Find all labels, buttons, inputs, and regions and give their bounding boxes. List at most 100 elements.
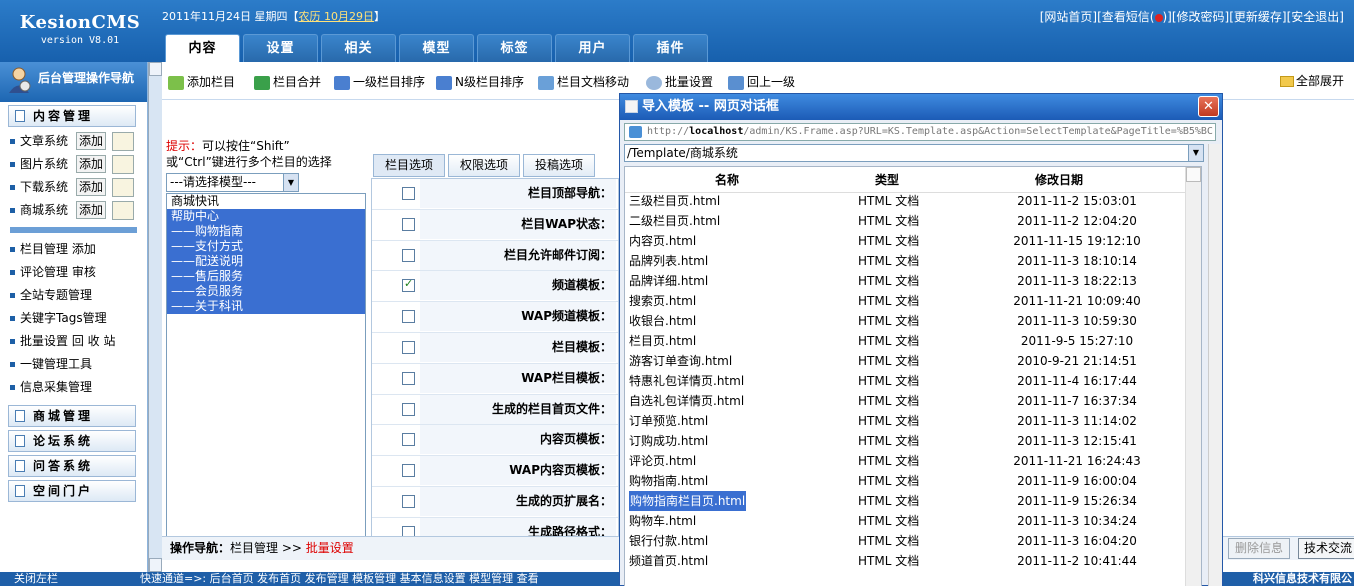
tab-content[interactable]: 内容 <box>165 34 240 62</box>
table-row[interactable]: 栏目页.html HTML 文档 2011-9-5 15:27:10 <box>625 331 1186 351</box>
table-row[interactable]: 特惠礼包详情页.html HTML 文档 2011-11-4 16:17:44 <box>625 371 1186 391</box>
group-shop-manage[interactable]: 商城管理 <box>8 405 136 427</box>
site-home-link[interactable]: [网站首页] <box>1040 10 1097 24</box>
sort-nlevel-button[interactable]: N级栏目排序 <box>436 73 524 91</box>
tags-manage-link[interactable]: 关键字Tags管理 <box>20 311 107 325</box>
column-date[interactable]: 修改日期 <box>1035 167 1083 193</box>
tab-users[interactable]: 用户 <box>555 34 630 62</box>
update-cache-link[interactable]: [更新缓存] <box>1229 10 1286 24</box>
comment-manage-link[interactable]: 评论管理 审核 <box>20 265 96 279</box>
left-nav-scrollbar[interactable] <box>148 62 162 572</box>
download-system-link[interactable]: 下载系统 <box>20 180 68 194</box>
article-system-link[interactable]: 文章系统 <box>20 134 68 148</box>
list-item[interactable]: 帮助中心 <box>167 209 365 224</box>
group-forum-system[interactable]: 论坛系统 <box>8 430 136 452</box>
table-row[interactable]: 三级栏目页.html HTML 文档 2011-11-2 15:03:01 <box>625 191 1186 211</box>
tab-category-options[interactable]: 栏目选项 <box>373 154 446 177</box>
close-left-panel-link[interactable]: 关闭左栏 <box>14 572 58 586</box>
add-article-button[interactable]: 添加 <box>76 132 107 150</box>
sort-level1-button[interactable]: 一级栏目排序 <box>334 73 425 91</box>
table-row[interactable]: 收银台.html HTML 文档 2011-11-3 10:59:30 <box>625 311 1186 331</box>
table-row[interactable]: 品牌详细.html HTML 文档 2011-11-3 18:22:13 <box>625 271 1186 291</box>
tech-exchange-button[interactable]: 技术交流 <box>1298 538 1354 559</box>
list-item[interactable]: ——支付方式 <box>167 239 365 254</box>
list-item[interactable]: ——会员服务 <box>167 284 365 299</box>
category-listbox[interactable]: 商城快讯 帮助中心 ——购物指南 ——支付方式 ——配送说明 ——售后服务 ——… <box>166 193 366 543</box>
change-password-link[interactable]: [修改密码] <box>1172 10 1229 24</box>
tab-submission-options[interactable]: 投稿选项 <box>523 154 596 177</box>
scroll-up-icon[interactable] <box>1186 167 1201 182</box>
table-row[interactable]: 购物指南栏目页.html HTML 文档 2011-11-9 15:26:34 <box>625 491 1186 511</box>
row-checkbox[interactable] <box>402 340 415 354</box>
tab-settings[interactable]: 设置 <box>243 34 318 62</box>
pencil-icon[interactable] <box>112 132 134 151</box>
tab-plugins[interactable]: 插件 <box>633 34 708 62</box>
row-checkbox[interactable] <box>402 187 415 200</box>
row-checkbox[interactable] <box>402 433 415 447</box>
list-item[interactable]: 商城快讯 <box>167 194 365 209</box>
dialog-title-bar[interactable]: 导入模板 -- 网页对话框 ✕ <box>620 94 1222 120</box>
row-checkbox[interactable] <box>402 217 415 231</box>
image-system-link[interactable]: 图片系统 <box>20 157 68 171</box>
template-path-select[interactable]: /Template/商城系统 ▼ <box>624 144 1204 162</box>
one-click-tools-link[interactable]: 一键管理工具 <box>20 357 92 371</box>
dialog-scrollbar[interactable] <box>1208 144 1222 586</box>
table-row[interactable]: 订购成功.html HTML 文档 2011-11-3 12:15:41 <box>625 431 1186 451</box>
pencil-icon[interactable] <box>112 178 134 197</box>
batch-settings-link[interactable]: 批量设置 回 收 站 <box>20 334 115 348</box>
batch-settings-button[interactable]: 批量设置 <box>646 73 713 91</box>
tab-labels[interactable]: 标签 <box>477 34 552 62</box>
row-checkbox[interactable] <box>402 248 415 262</box>
shop-system-link[interactable]: 商城系统 <box>20 203 68 217</box>
row-checkbox[interactable] <box>402 310 415 324</box>
group-content-manage[interactable]: 内容管理 <box>8 105 136 127</box>
move-documents-button[interactable]: 栏目文档移动 <box>538 73 629 91</box>
category-manage-link[interactable]: 栏目管理 添加 <box>20 242 96 256</box>
add-download-button[interactable]: 添加 <box>76 178 107 196</box>
close-icon[interactable]: ✕ <box>1198 96 1219 117</box>
view-sms-link[interactable]: [查看短信()] <box>1097 10 1172 24</box>
model-select[interactable]: ---请选择模型--- ▼ <box>166 173 299 192</box>
pencil-icon[interactable] <box>112 155 134 174</box>
group-qa-system[interactable]: 问答系统 <box>8 455 136 477</box>
table-row[interactable]: 订单预览.html HTML 文档 2011-11-3 11:14:02 <box>625 411 1186 431</box>
delete-info-button[interactable]: 删除信息 <box>1228 538 1290 559</box>
table-row[interactable]: 银行付款.html HTML 文档 2011-11-3 16:04:20 <box>625 531 1186 551</box>
list-item[interactable]: ——配送说明 <box>167 254 365 269</box>
file-list-scrollbar[interactable] <box>1185 167 1201 586</box>
tab-permission-options[interactable]: 权限选项 <box>448 154 521 177</box>
expand-all-button[interactable]: 全部展开 <box>1279 72 1344 89</box>
scroll-down-icon[interactable] <box>149 558 162 572</box>
add-category-button[interactable]: 添加栏目 <box>168 73 235 91</box>
row-checkbox[interactable] <box>402 402 415 416</box>
row-checkbox[interactable] <box>402 464 415 478</box>
list-item[interactable]: ——售后服务 <box>167 269 365 284</box>
quick-links[interactable]: 快速通道=>: 后台首页 发布首页 发布管理 模板管理 基本信息设置 模型管理 … <box>140 572 539 586</box>
table-row[interactable]: 购物车.html HTML 文档 2011-11-3 10:34:24 <box>625 511 1186 531</box>
add-image-button[interactable]: 添加 <box>76 155 107 173</box>
tab-related[interactable]: 相关 <box>321 34 396 62</box>
tab-model[interactable]: 模型 <box>399 34 474 62</box>
add-shop-button[interactable]: 添加 <box>76 201 107 219</box>
column-type[interactable]: 类型 <box>875 167 899 193</box>
row-checkbox[interactable] <box>402 371 415 385</box>
column-name[interactable]: 名称 <box>715 167 739 193</box>
go-up-button[interactable]: 回上一级 <box>728 73 795 91</box>
logout-link[interactable]: [安全退出] <box>1287 10 1344 24</box>
table-row[interactable]: 二级栏目页.html HTML 文档 2011-11-2 12:04:20 <box>625 211 1186 231</box>
scroll-up-icon[interactable] <box>149 62 162 76</box>
table-row[interactable]: 游客订单查询.html HTML 文档 2010-9-21 21:14:51 <box>625 351 1186 371</box>
table-row[interactable]: 内容页.html HTML 文档 2011-11-15 19:12:10 <box>625 231 1186 251</box>
pencil-icon[interactable] <box>112 201 134 220</box>
list-item[interactable]: ——关于科讯 <box>167 299 365 314</box>
row-checkbox[interactable] <box>402 277 415 293</box>
table-row[interactable]: 评论页.html HTML 文档 2011-11-21 16:24:43 <box>625 451 1186 471</box>
group-space-portal[interactable]: 空间门户 <box>8 480 136 502</box>
table-row[interactable]: 品牌列表.html HTML 文档 2011-11-3 18:10:14 <box>625 251 1186 271</box>
collect-manage-link[interactable]: 信息采集管理 <box>20 380 92 394</box>
table-row[interactable]: 频道首页.html HTML 文档 2011-11-2 10:41:44 <box>625 551 1186 571</box>
merge-category-button[interactable]: 栏目合并 <box>254 73 321 91</box>
lunar-date-link[interactable]: 农历 10月29日 <box>298 10 374 23</box>
table-row[interactable]: 搜索页.html HTML 文档 2011-11-21 10:09:40 <box>625 291 1186 311</box>
list-item[interactable]: ——购物指南 <box>167 224 365 239</box>
